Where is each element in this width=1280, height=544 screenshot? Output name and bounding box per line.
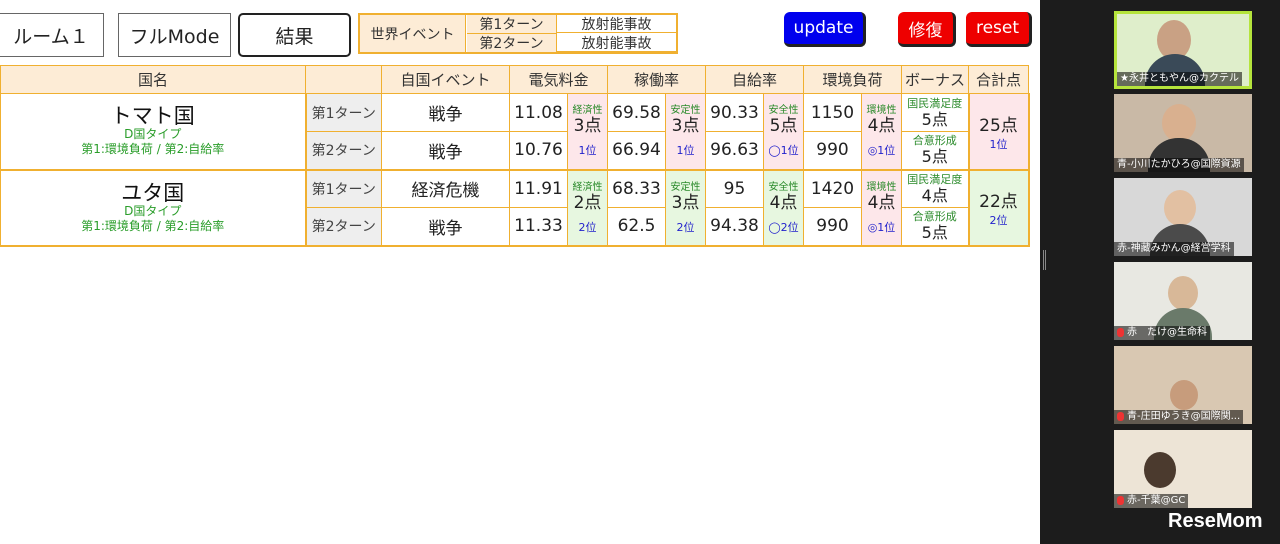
participant-name: 青-小川たかひろ@国際資源 (1114, 158, 1244, 172)
participant-name: 赤-千葉@GC (1114, 494, 1189, 508)
rate-value: 66.94 (607, 131, 666, 171)
participant-name: 青-庄田ゆうき@国際関... (1114, 410, 1244, 424)
turn-label: 第2ターン (304, 207, 382, 247)
price-value: 11.91 (509, 169, 568, 208)
country-priority: 第1:環境負荷 / 第2:自給率 (81, 218, 225, 233)
self-score: 安全性 4点 ◯2位 (763, 169, 804, 247)
full-mode-tab[interactable]: フルMode (118, 13, 231, 57)
participant-video[interactable]: 青-小川たかひろ@国際資源 (1114, 94, 1252, 172)
env-score: 環境性 4点 ◎1位 (861, 93, 902, 171)
participant-avatar (1170, 380, 1198, 410)
header-bonus: ボーナス (901, 65, 969, 94)
header-country: 国名 (0, 65, 306, 94)
header-own-event: 自国イベント (381, 65, 510, 94)
room-tab[interactable]: ルーム１ (0, 13, 104, 57)
country-type: D国タイプ (124, 203, 182, 218)
participant-name: ★永井ともやん@カクテル (1117, 72, 1242, 86)
mic-muted-icon (1117, 327, 1124, 337)
participant-video[interactable]: 赤-千葉@GC (1114, 430, 1252, 508)
country-name: ユタ国 (121, 180, 185, 205)
rate-score: 安定性 3点 2位 (665, 169, 706, 247)
own-event: 戦争 (381, 93, 510, 132)
rate-score: 安定性 3点 1位 (665, 93, 706, 171)
fix-button[interactable]: 修復 (898, 12, 956, 47)
participant-video[interactable]: 赤 たけ@生命科 (1114, 262, 1252, 340)
mic-muted-icon (1117, 411, 1124, 421)
header-total: 合計点 (968, 65, 1029, 94)
table-row: トマト国 D国タイプ 第1:環境負荷 / 第2:自給率 第1ターン 戦争 11.… (0, 93, 1030, 171)
header-price: 電気料金 (509, 65, 608, 94)
own-event: 戦争 (381, 131, 510, 171)
header-turn (305, 65, 382, 94)
participant-video[interactable]: 赤-神藏みかん@経営学科 (1114, 178, 1252, 256)
env-value: 990 (803, 131, 862, 171)
env-value: 1150 (803, 93, 862, 132)
total-score: 25点 1位 (967, 93, 1030, 171)
turn-label: 第2ターン (304, 131, 382, 171)
bonus-satisfaction: 国民満足度 5点 (901, 93, 969, 132)
rate-value: 68.33 (607, 169, 666, 208)
participant-video[interactable]: ★永井ともやん@カクテル (1114, 11, 1252, 89)
price-score: 経済性 2点 2位 (567, 169, 608, 247)
participant-avatar (1168, 276, 1198, 310)
self-score: 安全性 5点 ◯1位 (763, 93, 804, 171)
world-event-label: 世界イベント (360, 15, 466, 52)
participant-name: 赤 たけ@生命科 (1114, 326, 1210, 340)
turn-label: 第1ターン (304, 93, 382, 132)
participant-name: 赤-神藏みかん@経営学科 (1114, 242, 1234, 256)
world-turn-2-event: 放射能事故 (557, 34, 676, 52)
own-event: 戦争 (381, 207, 510, 247)
watermark-logo: ReseMom (1168, 510, 1263, 532)
result-table: 国名 自国イベント 電気料金 稼働率 自給率 環境負荷 ボーナス 合計点 トマト… (0, 65, 1030, 247)
table-row: ユタ国 D国タイプ 第1:環境負荷 / 第2:自給率 第1ターン 経済危機 11… (0, 169, 1030, 247)
reset-button[interactable]: reset (966, 12, 1032, 47)
price-score: 経済性 3点 1位 (567, 93, 608, 171)
country-priority: 第1:環境負荷 / 第2:自給率 (81, 142, 225, 157)
env-value: 1420 (803, 169, 862, 208)
bonus-consensus: 合意形成 5点 (901, 207, 969, 247)
world-turn-1-event: 放射能事故 (557, 15, 676, 33)
world-event-panel: 世界イベント 第1ターン 第2ターン 放射能事故 放射能事故 (358, 13, 678, 54)
header-rate: 稼働率 (607, 65, 706, 94)
own-event: 経済危機 (381, 169, 510, 208)
participant-avatar (1164, 190, 1196, 226)
update-button[interactable]: update (784, 12, 866, 47)
country-cell: トマト国 D国タイプ 第1:環境負荷 / 第2:自給率 (0, 93, 307, 171)
country-cell: ユタ国 D国タイプ 第1:環境負荷 / 第2:自給率 (0, 169, 307, 247)
env-score: 環境性 4点 ◎1位 (861, 169, 902, 247)
self-value: 96.63 (705, 131, 764, 171)
rate-value: 62.5 (607, 207, 666, 247)
env-value: 990 (803, 207, 862, 247)
header-env: 環境負荷 (803, 65, 902, 94)
rate-value: 69.58 (607, 93, 666, 132)
self-value: 90.33 (705, 93, 764, 132)
country-name: トマト国 (110, 104, 195, 129)
self-value: 95 (705, 169, 764, 208)
total-score: 22点 2位 (967, 169, 1030, 247)
mic-muted-icon (1117, 495, 1124, 505)
price-value: 10.76 (509, 131, 568, 171)
price-value: 11.33 (509, 207, 568, 247)
table-header-row: 国名 自国イベント 電気料金 稼働率 自給率 環境負荷 ボーナス 合計点 (0, 65, 1029, 94)
country-type: D国タイプ (124, 127, 182, 142)
header-self: 自給率 (705, 65, 804, 94)
world-turn-2-label: 第2ターン (467, 34, 556, 52)
bonus-consensus: 合意形成 5点 (901, 131, 969, 171)
participant-avatar (1144, 452, 1176, 488)
world-turn-1-label: 第1ターン (467, 15, 556, 33)
game-app-area: ルーム１ フルMode 結果 世界イベント 第1ターン 第2ターン 放射能事故 … (0, 0, 1040, 544)
participant-avatar (1162, 104, 1196, 142)
price-value: 11.08 (509, 93, 568, 132)
panel-resize-handle[interactable] (1043, 250, 1046, 270)
participant-video[interactable]: 青-庄田ゆうき@国際関... (1114, 346, 1252, 424)
turn-label: 第1ターン (304, 169, 382, 208)
bonus-satisfaction: 国民満足度 4点 (901, 169, 969, 208)
result-tab[interactable]: 結果 (238, 13, 351, 57)
self-value: 94.38 (705, 207, 764, 247)
